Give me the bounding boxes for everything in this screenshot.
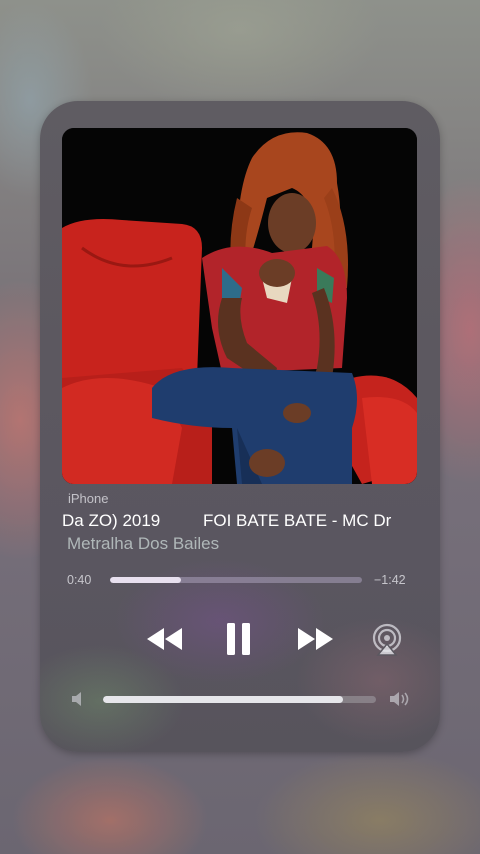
song-title-part-2: FOI BATE BATE - MC Dr bbox=[203, 511, 392, 530]
volume-fill bbox=[103, 696, 344, 703]
fast-forward-button[interactable] bbox=[295, 625, 335, 658]
album-artwork[interactable] bbox=[62, 128, 417, 484]
volume-slider[interactable] bbox=[103, 696, 376, 703]
airplay-button[interactable] bbox=[370, 623, 404, 662]
song-title-marquee: Da ZO) 2019 FOI BATE BATE - MC Dr bbox=[62, 509, 418, 535]
pause-icon bbox=[227, 623, 250, 655]
speaker-high-icon bbox=[390, 692, 409, 706]
airplay-icon bbox=[372, 623, 402, 656]
rewind-button[interactable] bbox=[145, 625, 185, 658]
elapsed-time: 0:40 bbox=[67, 573, 92, 587]
volume-low-icon-wrap bbox=[71, 691, 85, 712]
artist-name: Metralha Dos Bailes bbox=[67, 534, 220, 553]
progress-scrubber[interactable] bbox=[110, 577, 362, 583]
now-playing-card: iPhone Da ZO) 2019 FOI BATE BATE - MC Dr… bbox=[40, 101, 440, 752]
volume-high-icon-wrap bbox=[389, 690, 413, 713]
rewind-icon bbox=[147, 628, 182, 650]
progress-fill bbox=[110, 577, 181, 583]
remaining-time: −1:42 bbox=[374, 573, 406, 587]
output-device-label: iPhone bbox=[68, 491, 109, 506]
song-title-part-1: Da ZO) 2019 bbox=[62, 511, 161, 530]
fast-forward-icon bbox=[298, 628, 333, 650]
speaker-low-icon bbox=[72, 692, 81, 706]
pause-button[interactable] bbox=[225, 621, 253, 662]
album-artwork-image bbox=[62, 128, 417, 484]
